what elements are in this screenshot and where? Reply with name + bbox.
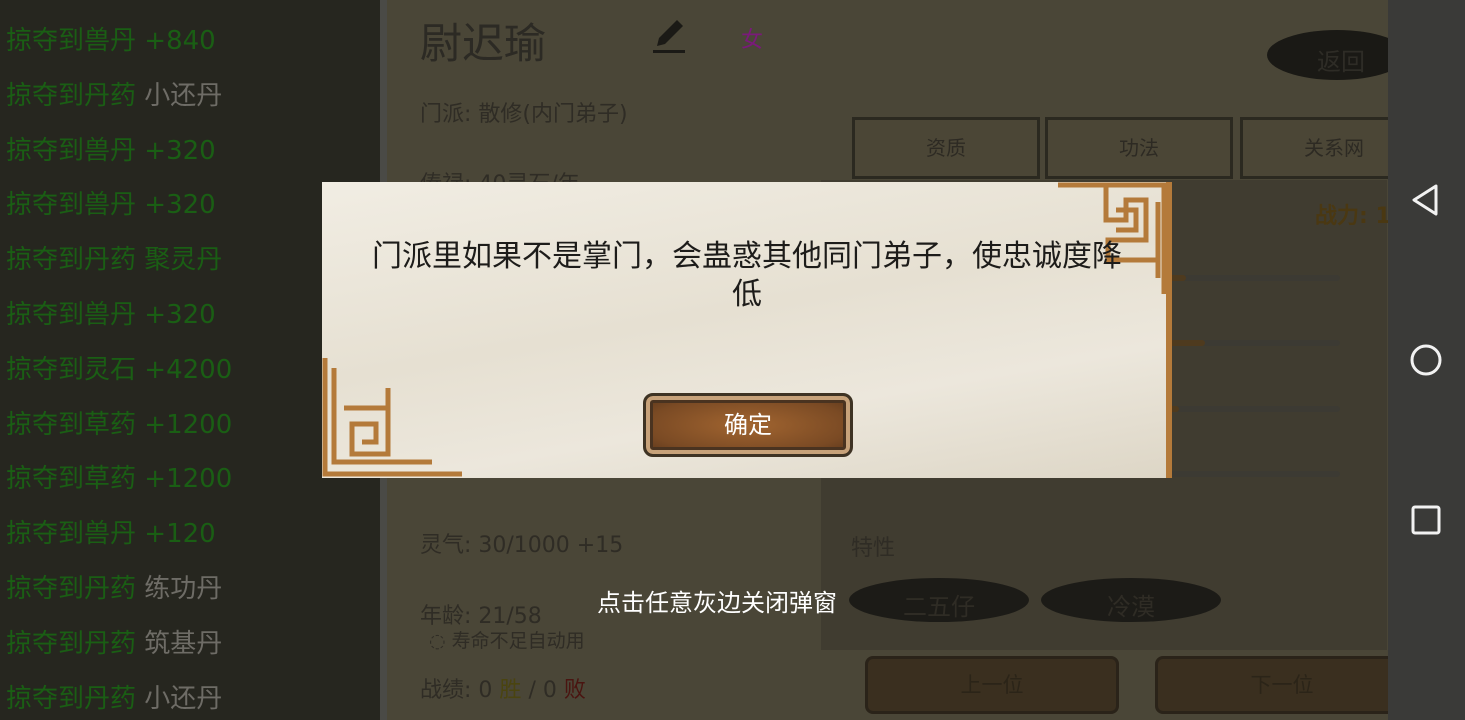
corner-ornament-bottom-left xyxy=(322,358,462,477)
loot-item: +320 xyxy=(144,299,216,330)
auto-use-toggle[interactable]: ◌ 寿命不足自动用 xyxy=(429,626,585,653)
loot-action: 掠夺到丹药 xyxy=(6,245,137,276)
stat-bar xyxy=(1157,275,1340,281)
confirm-button[interactable]: 确定 xyxy=(643,393,853,457)
loot-entry: 掠夺到兽丹 +120 xyxy=(0,515,382,570)
loot-action: 掠夺到丹药 xyxy=(6,80,137,111)
game-screen: 掠夺到兽丹 +840 掠夺到丹药 小还丹 掠夺到兽丹 +320 掠夺到兽丹 +320 掠… xyxy=(0,0,1465,720)
loot-entry: 掠夺到兽丹 +840 xyxy=(0,22,382,77)
toggle-icon: ◌ xyxy=(429,630,446,652)
loot-action: 掠夺到草药 xyxy=(6,464,137,495)
next-button[interactable]: 下一位 xyxy=(1155,656,1409,714)
loot-action: 掠夺到灵石 xyxy=(6,354,137,385)
record-slash: / xyxy=(528,678,536,703)
auto-use-label: 寿命不足自动用 xyxy=(451,630,585,652)
losses-label: 败 xyxy=(563,678,586,703)
loot-action: 掠夺到草药 xyxy=(6,409,137,440)
wins-count: 0 xyxy=(478,678,493,703)
loot-entry: 掠夺到丹药 练功丹 xyxy=(0,570,382,625)
trait-heading: 特性 xyxy=(851,536,896,561)
back-triangle-icon[interactable] xyxy=(1406,180,1446,220)
confirm-dialog: 门派里如果不是掌门，会蛊惑其他同门弟子，使忠诚度降低 确定 xyxy=(322,182,1172,478)
tab-skills[interactable]: 功法 xyxy=(1045,117,1233,179)
loot-action: 掠夺到兽丹 xyxy=(6,135,137,166)
trait-tag[interactable]: 冷漠 xyxy=(1107,587,1155,622)
loot-entry: 掠夺到兽丹 +320 xyxy=(0,132,382,187)
pencil-icon[interactable] xyxy=(649,16,689,56)
loot-action: 掠夺到兽丹 xyxy=(6,26,137,56)
battle-record: 战绩: 0 胜 / 0 败 xyxy=(420,672,586,704)
wins-label: 胜 xyxy=(499,678,522,703)
loot-item: +1200 xyxy=(144,464,233,495)
close-hint: 点击任意灰边关闭弹窗 xyxy=(597,589,837,617)
gender-label: 女 xyxy=(741,28,764,53)
back-button[interactable]: 返回 xyxy=(1317,42,1365,77)
sect-label: 门派: 散修(内门弟子) xyxy=(420,102,628,127)
loot-item: +320 xyxy=(144,190,216,221)
loot-item: +120 xyxy=(144,519,216,550)
tab-aptitude[interactable]: 资质 xyxy=(852,117,1040,179)
character-name: 尉迟瑜 xyxy=(420,19,547,68)
android-nav-bar xyxy=(1388,0,1465,720)
loot-item: +320 xyxy=(144,135,216,166)
loot-entry: 掠夺到丹药 小还丹 xyxy=(0,77,382,132)
stat-bar xyxy=(1157,406,1340,412)
loot-item: 小还丹 xyxy=(144,683,223,714)
loot-entry: 掠夺到丹药 筑基丹 xyxy=(0,625,382,680)
loot-entry: 掠夺到丹药 小还丹 xyxy=(0,680,382,720)
loot-action: 掠夺到丹药 xyxy=(6,683,137,714)
home-circle-icon[interactable] xyxy=(1406,340,1446,380)
loot-action: 掠夺到丹药 xyxy=(6,573,137,604)
loot-action: 掠夺到丹药 xyxy=(6,628,137,659)
loot-action: 掠夺到兽丹 xyxy=(6,299,137,330)
record-label: 战绩: xyxy=(420,678,472,703)
loot-item: +840 xyxy=(144,26,216,56)
loot-item: 小还丹 xyxy=(144,80,223,111)
loot-item: 练功丹 xyxy=(144,573,223,604)
loot-action: 掠夺到兽丹 xyxy=(6,190,137,221)
loot-item: +1200 xyxy=(144,409,233,440)
prev-button[interactable]: 上一位 xyxy=(865,656,1119,714)
loot-item: 聚灵丹 xyxy=(144,245,223,276)
loot-item: +4200 xyxy=(144,354,233,385)
trait-tag[interactable]: 二五仔 xyxy=(903,587,975,622)
loot-action: 掠夺到兽丹 xyxy=(6,519,137,550)
spirit-label: 灵气: 30/1000 +15 xyxy=(420,533,624,558)
loot-item: 筑基丹 xyxy=(144,628,223,659)
stat-bar xyxy=(1157,471,1340,477)
dialog-message: 门派里如果不是掌门，会蛊惑其他同门弟子，使忠诚度降低 xyxy=(372,239,1122,312)
losses-count: 0 xyxy=(542,678,557,703)
recents-square-icon[interactable] xyxy=(1406,500,1446,540)
stat-bar xyxy=(1157,340,1340,346)
